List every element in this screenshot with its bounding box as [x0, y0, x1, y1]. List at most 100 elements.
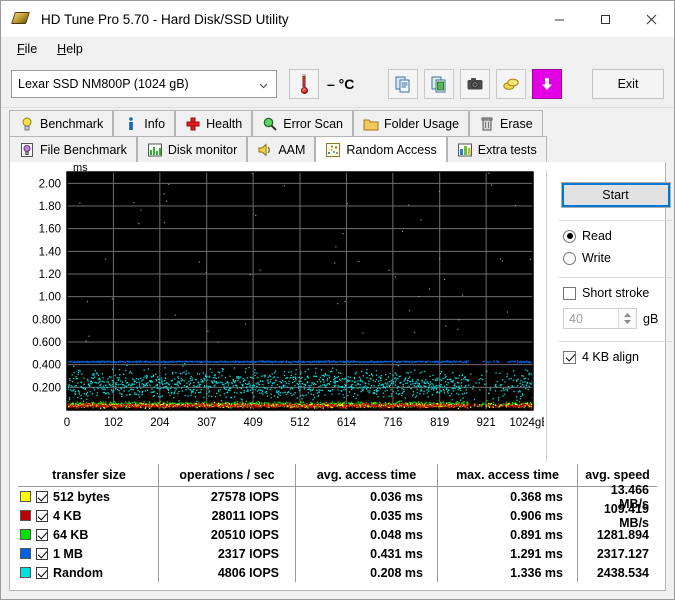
align-checkbox — [563, 351, 576, 364]
copy-spreadsheet-icon — [430, 75, 448, 93]
x-axis-tick-label: 921 — [477, 417, 496, 429]
speaker-icon — [257, 142, 273, 158]
magnifier-icon — [262, 116, 278, 132]
stroke-unit-label: gB — [643, 312, 658, 326]
series-checkbox[interactable] — [36, 529, 48, 541]
copy-document-icon — [394, 75, 412, 93]
hd-tune-window: HD Tune Pro 5.70 - Hard Disk/SSD Utility… — [0, 0, 675, 600]
tab-file-benchmark[interactable]: File Benchmark — [9, 136, 137, 162]
x-axis-tick-label: 0 — [64, 417, 70, 429]
temperature-button[interactable] — [289, 69, 319, 99]
series-color-swatch — [20, 510, 31, 521]
start-label: Start — [602, 188, 628, 202]
x-axis-tick-label: 204 — [150, 417, 170, 429]
short-stroke-input[interactable]: 40 — [563, 308, 637, 329]
stepper-arrows[interactable] — [618, 309, 636, 328]
donate-button[interactable] — [496, 69, 526, 99]
start-button[interactable]: Start — [561, 182, 671, 208]
copy-sheet-button[interactable] — [424, 69, 454, 99]
copy-text-button[interactable] — [388, 69, 418, 99]
x-axis-tick-label: 409 — [244, 417, 263, 429]
tab-label: Erase — [500, 117, 533, 131]
y-axis-tick-label: 1.60 — [39, 224, 61, 236]
header-avg-access-time: avg. access time — [295, 464, 437, 486]
series-color-swatch — [20, 529, 31, 540]
trash-icon — [479, 116, 495, 132]
cell-transfer-size: 1 MB — [53, 547, 83, 561]
series-checkbox[interactable] — [36, 510, 48, 522]
y-axis-tick-label: 0.400 — [32, 360, 61, 372]
short-stroke-checkbox — [563, 287, 576, 300]
series-color-swatch — [20, 567, 31, 578]
tab-error-scan[interactable]: Error Scan — [252, 110, 353, 136]
menu-item-help[interactable]: Help — [47, 39, 93, 59]
tab-aam[interactable]: AAM — [247, 136, 315, 162]
divider — [559, 220, 672, 221]
random-access-panel: 2.001.801.601.401.201.000.8000.6000.4000… — [9, 162, 666, 591]
random-access-chart: 2.001.801.601.401.201.000.8000.6000.4000… — [10, 162, 544, 454]
red-cross-icon — [185, 116, 201, 132]
x-axis-tick-label: 819 — [430, 417, 449, 429]
stepper-down-icon — [624, 320, 631, 324]
y-axis-tick-label: 0.800 — [32, 314, 61, 326]
tab-bar: Benchmark Info Health — [1, 108, 674, 162]
series-checkbox[interactable] — [36, 491, 48, 503]
lightbulb-icon — [19, 116, 35, 132]
tab-disk-monitor[interactable]: Disk monitor — [137, 136, 247, 162]
hard-disk-icon — [13, 10, 31, 28]
tab-extra-tests[interactable]: Extra tests — [447, 136, 547, 162]
drive-select[interactable]: Lexar SSD NM800P (1024 gB) — [11, 70, 277, 98]
x-axis-tick-label: 614 — [337, 417, 357, 429]
exit-button[interactable]: Exit — [592, 69, 664, 99]
tab-label: Random Access — [346, 143, 436, 157]
header-transfer-size: transfer size — [18, 468, 158, 482]
grid-chart-icon — [457, 142, 473, 158]
tab-label: Disk monitor — [168, 143, 237, 157]
cell-transfer-size: 4 KB — [53, 509, 81, 523]
thermometer-icon — [300, 74, 308, 94]
title-bar: HD Tune Pro 5.70 - Hard Disk/SSD Utility — [1, 1, 674, 37]
checkbox-short-stroke[interactable]: Short stroke — [563, 286, 675, 300]
x-axis-tick-label: 512 — [290, 417, 309, 429]
info-icon — [123, 116, 139, 132]
tab-info[interactable]: Info — [113, 110, 175, 136]
menu-item-file[interactable]: File — [7, 39, 47, 59]
cell-operations-per-sec: 20510 IOPS — [211, 528, 279, 542]
screenshot-button[interactable] — [460, 69, 490, 99]
y-axis-tick-label: 0.200 — [32, 382, 61, 394]
cell-max-access-time: 1.336 ms — [510, 566, 563, 580]
y-axis-tick-label: 2.00 — [39, 178, 61, 190]
series-checkbox[interactable] — [36, 548, 48, 560]
tab-erase[interactable]: Erase — [469, 110, 543, 136]
menu-bar: File Help — [1, 37, 674, 61]
radio-read[interactable]: Read — [563, 229, 675, 243]
y-axis-label: ms — [73, 162, 88, 174]
access-time-scatter-plot: 2.001.801.601.401.201.000.8000.6000.4000… — [10, 162, 544, 454]
tab-health[interactable]: Health — [175, 110, 252, 136]
tab-benchmark[interactable]: Benchmark — [9, 110, 113, 136]
download-button[interactable] — [532, 69, 562, 99]
x-axis-tick-label: 102 — [104, 417, 123, 429]
tab-random-access[interactable]: Random Access — [315, 136, 446, 162]
cell-transfer-size: 512 bytes — [53, 490, 110, 504]
tab-row-2: File Benchmark Disk monitor AAM — [9, 136, 666, 162]
minimize-button[interactable] — [536, 1, 582, 37]
y-axis-tick-label: 1.40 — [39, 246, 61, 258]
checkbox-4kb-align[interactable]: 4 KB align — [563, 350, 675, 364]
cell-transfer-size: Random — [53, 566, 103, 580]
tab-label: Benchmark — [40, 117, 103, 131]
short-stroke-stepper[interactable]: 40 gB — [563, 308, 675, 329]
tab-folder-usage[interactable]: Folder Usage — [353, 110, 469, 136]
radio-write-label: Write — [582, 251, 611, 265]
cell-avg-access-time: 0.208 ms — [370, 566, 423, 580]
x-axis-tick-label: 307 — [197, 417, 216, 429]
y-axis-tick-label: 1.00 — [39, 292, 61, 304]
cell-max-access-time: 0.891 ms — [510, 528, 563, 542]
cell-avg-access-time: 0.431 ms — [370, 547, 423, 561]
table-body: 512 bytes27578 IOPS0.036 ms0.368 ms13.46… — [18, 487, 657, 582]
file-lightbulb-icon — [19, 142, 35, 158]
maximize-button[interactable] — [582, 1, 628, 37]
series-checkbox[interactable] — [36, 567, 48, 579]
radio-write[interactable]: Write — [563, 251, 675, 265]
close-button[interactable] — [628, 1, 674, 37]
